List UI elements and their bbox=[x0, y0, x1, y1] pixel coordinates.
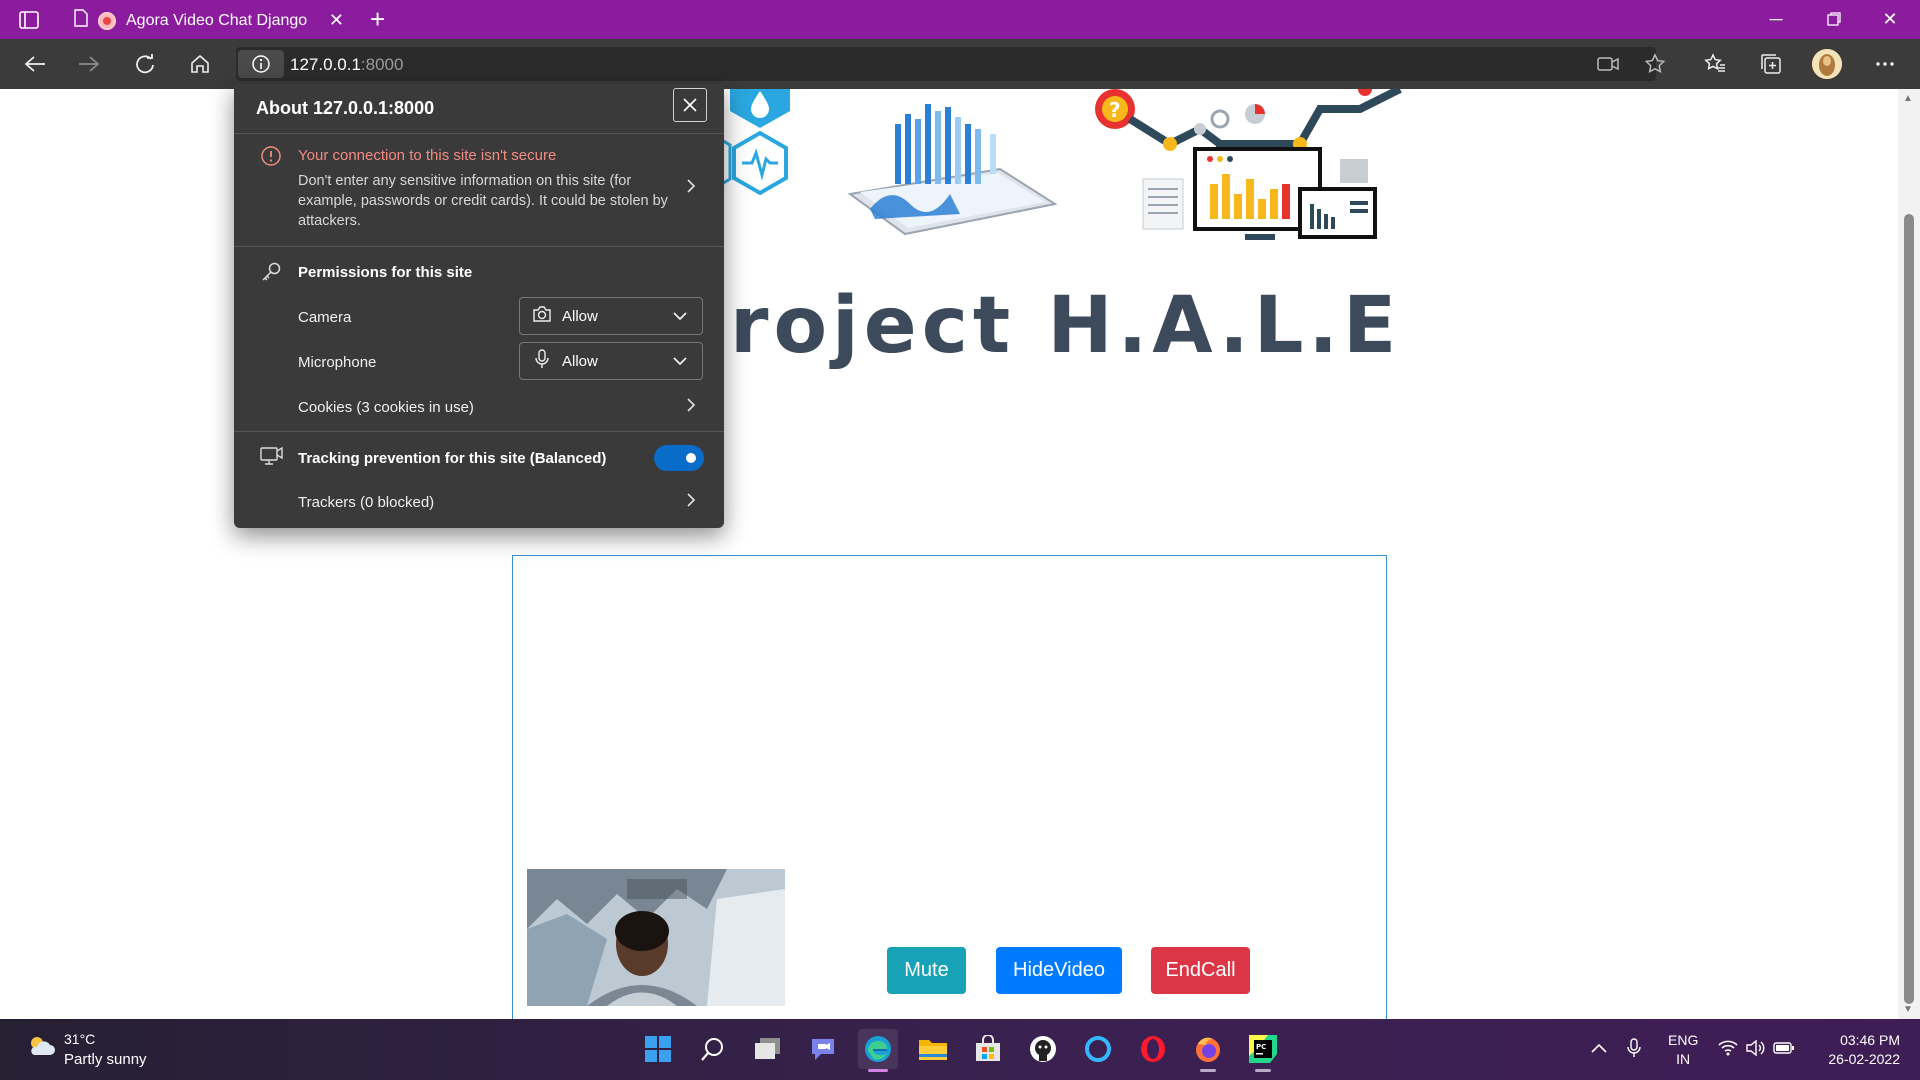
permissions-title: Permissions for this site bbox=[298, 264, 473, 281]
recording-indicator-icon bbox=[98, 11, 116, 30]
refresh-icon[interactable] bbox=[130, 50, 160, 78]
input-language[interactable]: ENG IN bbox=[1668, 1031, 1698, 1069]
svg-text:?: ? bbox=[1109, 98, 1121, 122]
camera-permission-value: Allow bbox=[562, 307, 598, 325]
page-file-icon bbox=[74, 9, 88, 32]
firefox-icon[interactable] bbox=[1188, 1029, 1228, 1072]
active-app-indicator bbox=[868, 1069, 888, 1072]
chevron-right-icon bbox=[686, 492, 696, 513]
github-icon[interactable] bbox=[1023, 1029, 1063, 1069]
system-clock[interactable]: 03:46 PM 26-02-2022 bbox=[1812, 1031, 1900, 1069]
flyout-divider bbox=[234, 246, 724, 247]
clock-date: 26-02-2022 bbox=[1828, 1051, 1900, 1067]
show-hidden-icons-chevron-up-icon[interactable] bbox=[1587, 1033, 1611, 1063]
toggle-knob bbox=[686, 453, 696, 463]
chevron-down-icon bbox=[672, 352, 688, 375]
cookies-label: Cookies (3 cookies in use) bbox=[298, 399, 474, 416]
more-options-icon[interactable] bbox=[1870, 50, 1900, 78]
flyout-close-icon[interactable] bbox=[673, 88, 707, 122]
partly-sunny-icon[interactable] bbox=[26, 1034, 56, 1063]
url-text[interactable]: 127.0.0.1:8000 bbox=[290, 55, 403, 75]
microphone-permission-value: Allow bbox=[562, 352, 598, 370]
tracking-prevention-label: Tracking prevention for this site (Balan… bbox=[298, 450, 607, 467]
warning-title: Your connection to this site isn't secur… bbox=[298, 147, 557, 164]
pycharm-icon[interactable]: PC bbox=[1243, 1029, 1283, 1072]
teams-chat-icon[interactable] bbox=[803, 1029, 843, 1069]
clock-time: 03:46 PM bbox=[1840, 1032, 1900, 1048]
microphone-tray-icon[interactable] bbox=[1622, 1033, 1646, 1063]
running-app-indicator bbox=[1200, 1069, 1216, 1072]
tracking-prevention-icon bbox=[260, 446, 284, 471]
chevron-right-icon bbox=[686, 178, 696, 199]
favorites-icon[interactable] bbox=[1700, 50, 1730, 78]
tab-actions-icon[interactable] bbox=[14, 8, 44, 32]
microsoft-store-icon[interactable] bbox=[968, 1029, 1008, 1069]
flyout-title: About 127.0.0.1:8000 bbox=[256, 98, 435, 118]
add-favorite-icon[interactable] bbox=[1640, 50, 1670, 78]
key-icon bbox=[260, 261, 282, 288]
input-language-region: IN bbox=[1676, 1051, 1691, 1067]
restore-icon[interactable] bbox=[1806, 4, 1862, 34]
camera-permission-label: Camera bbox=[298, 309, 352, 326]
opera-icon[interactable] bbox=[1133, 1029, 1173, 1069]
trackers-label: Trackers (0 blocked) bbox=[298, 494, 435, 511]
end-call-button[interactable]: EndCall bbox=[1151, 947, 1250, 994]
mute-button[interactable]: Mute bbox=[887, 947, 966, 994]
page-scrollbar[interactable]: ▲ ▼ bbox=[1898, 89, 1920, 1019]
site-info-flyout: About 127.0.0.1:8000 Your connection to … bbox=[234, 83, 724, 528]
window-close-icon[interactable]: ✕ bbox=[1862, 4, 1918, 34]
site-info-icon[interactable] bbox=[238, 50, 284, 78]
weather-description[interactable]: Partly sunny bbox=[64, 1051, 147, 1068]
weather-temperature[interactable]: 31°C bbox=[64, 1031, 95, 1047]
local-video-stream bbox=[527, 869, 785, 1006]
warning-icon bbox=[260, 145, 282, 172]
hero-illustration: ? bbox=[718, 89, 1402, 240]
minimize-icon[interactable]: ─ bbox=[1748, 4, 1804, 34]
back-icon[interactable] bbox=[20, 50, 50, 78]
volume-icon[interactable] bbox=[1744, 1033, 1768, 1063]
collections-icon[interactable] bbox=[1756, 50, 1786, 78]
warning-description: Don't enter any sensitive information on… bbox=[298, 173, 668, 229]
flyout-divider bbox=[234, 133, 724, 134]
scroll-down-icon[interactable]: ▼ bbox=[1903, 1004, 1913, 1015]
address-bar[interactable]: 127.0.0.1:8000 bbox=[236, 47, 1656, 81]
browser-tab-active[interactable]: Agora Video Chat Django ✕ bbox=[60, 2, 358, 39]
microphone-permission-label: Microphone bbox=[298, 354, 377, 371]
microphone-icon bbox=[532, 348, 552, 374]
tab-close-icon[interactable]: ✕ bbox=[329, 11, 344, 29]
cortana-icon[interactable] bbox=[1078, 1029, 1118, 1069]
chevron-down-icon bbox=[672, 307, 688, 330]
tracking-prevention-toggle[interactable] bbox=[654, 445, 704, 471]
home-icon[interactable] bbox=[185, 50, 215, 78]
new-tab-icon[interactable]: + bbox=[370, 6, 385, 32]
profile-avatar[interactable] bbox=[1812, 49, 1842, 79]
camera-permission-select[interactable]: Allow bbox=[519, 297, 703, 335]
start-icon[interactable] bbox=[638, 1029, 678, 1069]
microphone-permission-select[interactable]: Allow bbox=[519, 342, 703, 380]
running-app-indicator bbox=[1255, 1069, 1271, 1072]
wifi-icon[interactable] bbox=[1716, 1033, 1740, 1063]
video-call-container: Mute HideVideo EndCall bbox=[512, 555, 1387, 1019]
hide-video-button[interactable]: HideVideo bbox=[996, 947, 1122, 994]
chevron-right-icon bbox=[686, 397, 696, 418]
browser-tab-bar: Agora Video Chat Django ✕ + ─ ✕ bbox=[0, 0, 1920, 39]
task-view-icon[interactable] bbox=[748, 1029, 788, 1069]
camera-icon bbox=[532, 305, 552, 328]
windows-taskbar: 31°C Partly sunny PC ENG IN 03:46 PM 26-… bbox=[0, 1019, 1920, 1080]
scroll-up-icon[interactable]: ▲ bbox=[1903, 93, 1913, 104]
project-title: roject H.A.L.E bbox=[730, 281, 1402, 371]
battery-icon[interactable] bbox=[1772, 1033, 1796, 1063]
scroll-thumb[interactable] bbox=[1904, 214, 1914, 1004]
forward-icon[interactable] bbox=[74, 50, 104, 78]
svg-text:PC: PC bbox=[1256, 1043, 1266, 1051]
tab-title: Agora Video Chat Django bbox=[126, 11, 308, 29]
browser-toolbar: 127.0.0.1:8000 bbox=[0, 39, 1920, 89]
search-icon[interactable] bbox=[693, 1029, 733, 1069]
file-explorer-icon[interactable] bbox=[913, 1029, 953, 1069]
flyout-divider bbox=[234, 431, 724, 432]
input-language-code: ENG bbox=[1668, 1032, 1699, 1048]
edge-icon[interactable] bbox=[858, 1029, 898, 1072]
camera-in-use-icon[interactable] bbox=[1593, 50, 1623, 78]
